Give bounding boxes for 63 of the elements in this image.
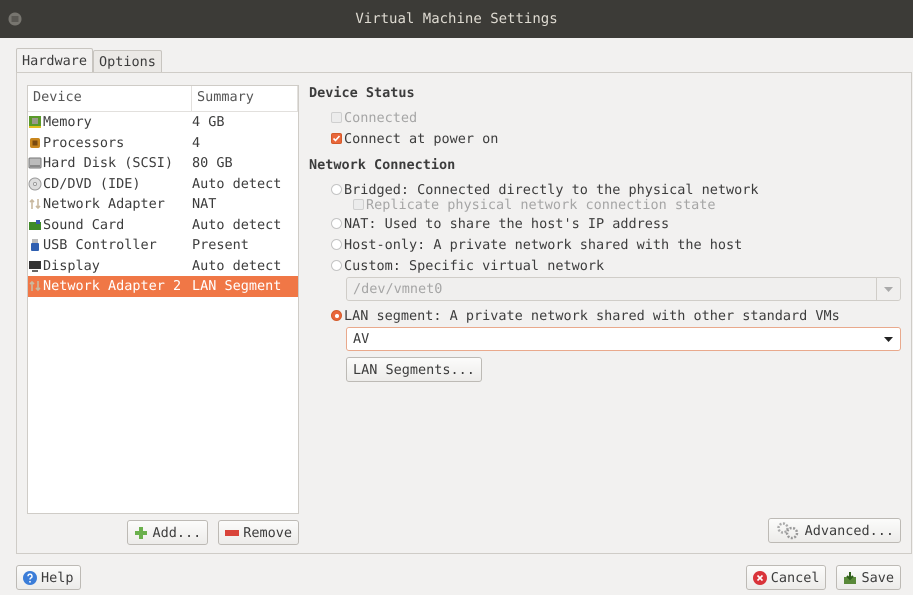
checkbox-option[interactable]: Connect at power on: [331, 128, 901, 149]
gears-icon: [774, 522, 801, 540]
column-header[interactable]: Device: [28, 86, 192, 111]
device-row[interactable]: Sound Card Auto detect: [28, 214, 298, 235]
device-row[interactable]: USB Controller Present: [28, 235, 298, 256]
device-summary: 4 GB: [192, 114, 225, 130]
device-summary: 4: [192, 134, 200, 151]
section-heading: Network Connection: [309, 157, 456, 173]
device-summary: LAN Segment: [192, 278, 282, 294]
tab[interactable]: Options: [93, 50, 162, 72]
device-summary: Auto detect: [192, 216, 282, 233]
device-summary: Auto detect: [192, 258, 282, 274]
section-heading: Device Status: [309, 85, 416, 101]
device-summary: NAT: [192, 196, 216, 212]
device-name: Sound Card: [43, 216, 124, 233]
cancel-button[interactable]: Cancel: [746, 565, 826, 590]
add-button[interactable]: Add...: [127, 520, 208, 545]
radio-option[interactable]: NAT: Used to share the host's IP address: [331, 213, 901, 234]
advanced-button[interactable]: Advanced...: [768, 518, 901, 543]
dropdown[interactable]: AV: [346, 327, 901, 351]
device-name: Network Adapter 2: [43, 278, 182, 294]
memory-chip-icon: [28, 115, 42, 130]
device-name: USB Controller: [43, 237, 157, 254]
radio-option[interactable]: LAN segment: A private network shared with other standard VMs: [331, 305, 901, 326]
device-name: Processors: [43, 134, 124, 151]
device-row[interactable]: Memory 4 GB: [28, 112, 298, 132]
column-header[interactable]: Summary: [192, 86, 298, 111]
help-button[interactable]: Help: [16, 565, 81, 590]
usb-stick-icon: [28, 238, 42, 252]
device-name: Memory: [43, 114, 92, 130]
dropdown-caret-icon: [884, 336, 892, 342]
device-row[interactable]: CD/DVD (IDE) Auto detect: [28, 174, 298, 194]
save-button[interactable]: Save: [836, 565, 901, 590]
check-icon: [332, 134, 341, 143]
device-summary: Auto detect: [192, 176, 282, 192]
device-name: Display: [43, 258, 100, 274]
device-name: Network Adapter: [43, 196, 165, 212]
radio-option[interactable]: Host-only: A private network shared with the host: [331, 234, 901, 255]
help-icon: [23, 570, 37, 584]
device-name: Hard Disk (SCSI): [43, 155, 174, 172]
tab[interactable]: Hardware: [16, 48, 94, 72]
remove-button[interactable]: Remove: [218, 520, 299, 545]
device-summary: Present: [192, 237, 249, 254]
device-row[interactable]: Hard Disk (SCSI) 80 GB: [28, 153, 298, 174]
plus-icon: [134, 526, 148, 540]
device-row[interactable]: Display Auto detect: [28, 256, 298, 276]
device-name: CD/DVD (IDE): [43, 176, 141, 192]
processor-icon: [28, 136, 42, 150]
save-icon: [843, 570, 858, 584]
device-row[interactable]: Network Adapter NAT: [28, 194, 298, 214]
menu-icon[interactable]: [8, 12, 22, 26]
dropdown-caret-icon: [884, 286, 893, 292]
device-summary: 80 GB: [192, 155, 233, 172]
arrows-icon: [28, 197, 42, 212]
device-row[interactable]: Processors 4: [28, 132, 298, 153]
cancel-icon: [752, 570, 767, 584]
radio-option[interactable]: Custom: Specific virtual network: [331, 255, 901, 276]
window-title: Virtual Machine Settings: [354, 11, 559, 27]
sound-card-icon: [28, 218, 42, 232]
monitor-icon: [28, 258, 42, 273]
arrows-icon: [28, 279, 42, 294]
lan-segments-button[interactable]: LAN Segments...: [346, 357, 482, 382]
minus-icon: [225, 530, 240, 536]
